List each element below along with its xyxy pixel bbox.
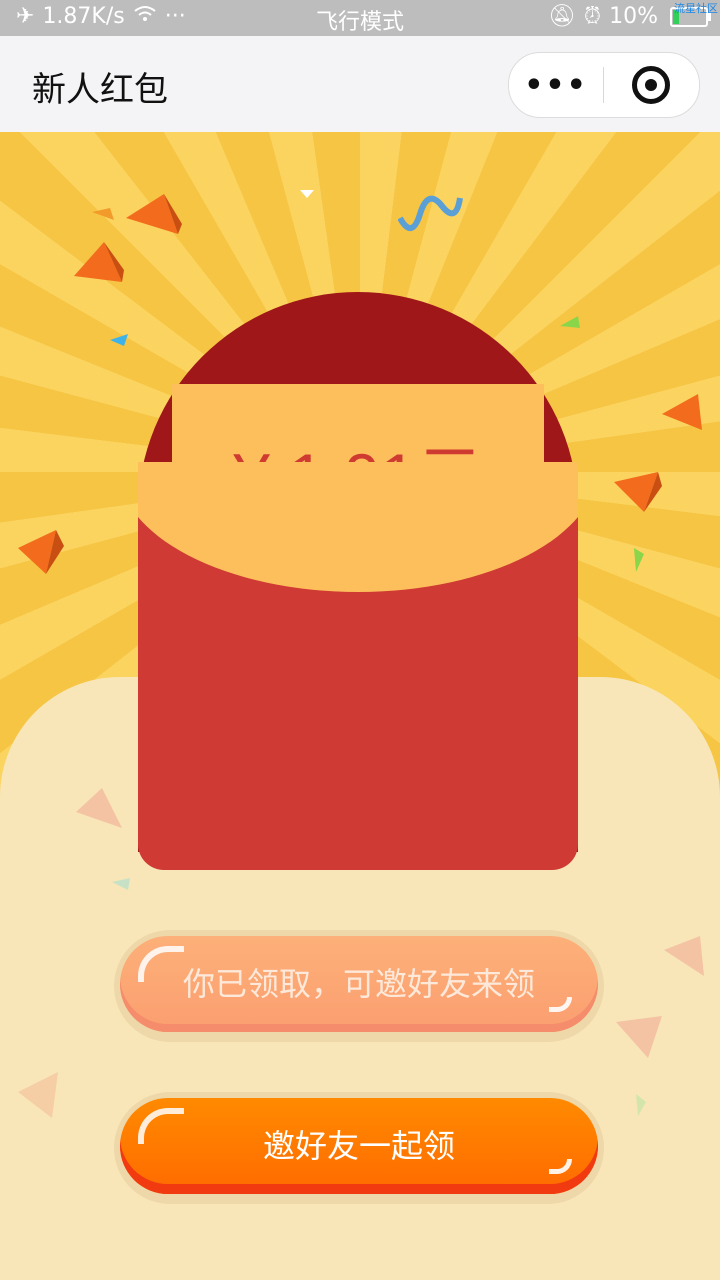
confetti-1 (126, 194, 182, 234)
confetti-3 (662, 394, 702, 430)
mini-program-titlebar: 新人红包 ••• (0, 36, 720, 132)
mute-icon: 🔕︎ (547, 4, 576, 29)
confetti-faded-2 (664, 936, 704, 976)
confetti-small-4 (634, 548, 644, 572)
invite-button-label: 邀好友一起领 (262, 1127, 455, 1165)
confetti-small-5 (300, 190, 314, 198)
status-bar: ✈ 1.87K/s ··· 飞行模式 🔕︎ ⏰︎ 10% 流星社区 (0, 0, 720, 36)
envelope-front (138, 462, 578, 870)
gloss-highlight (138, 946, 184, 982)
page-title: 新人红包 (32, 70, 168, 110)
confetti-small-3 (560, 316, 580, 328)
invite-button-wrap: 邀好友一起领 (114, 1092, 604, 1204)
capsule-menu: ••• (508, 52, 700, 118)
main-content: ¥ 1.01元 你已领取，可邀好友来领 邀好友一起领 (0, 132, 720, 1280)
confetti-5 (18, 530, 64, 574)
confetti-small-1 (92, 208, 114, 220)
confetti-faded-5 (112, 878, 130, 890)
close-program-button[interactable] (604, 66, 698, 104)
alarm-icon: ⏰︎ (583, 4, 602, 29)
gloss-highlight (138, 1108, 184, 1144)
confetti-4 (614, 472, 662, 512)
watermark: 流星社区 (674, 2, 718, 15)
confetti-faded-1 (76, 788, 122, 828)
gloss-highlight (549, 997, 572, 1012)
invite-friends-button[interactable]: 邀好友一起领 (120, 1098, 598, 1194)
streamer (398, 195, 463, 231)
claimed-button-wrap: 你已领取，可邀好友来领 (114, 930, 604, 1042)
claimed-invite-button[interactable]: 你已领取，可邀好友来领 (120, 936, 598, 1032)
target-icon (632, 66, 670, 104)
confetti-faded-3 (616, 1016, 662, 1058)
confetti-2 (74, 242, 124, 282)
claimed-button-label: 你已领取，可邀好友来领 (182, 965, 535, 1003)
battery-percent: 10% (609, 4, 658, 29)
more-menu-button[interactable]: ••• (509, 68, 603, 103)
confetti-faded-4 (18, 1072, 58, 1118)
confetti-faded-6 (636, 1094, 646, 1116)
gloss-highlight (549, 1159, 572, 1174)
confetti-small-2 (110, 334, 128, 346)
